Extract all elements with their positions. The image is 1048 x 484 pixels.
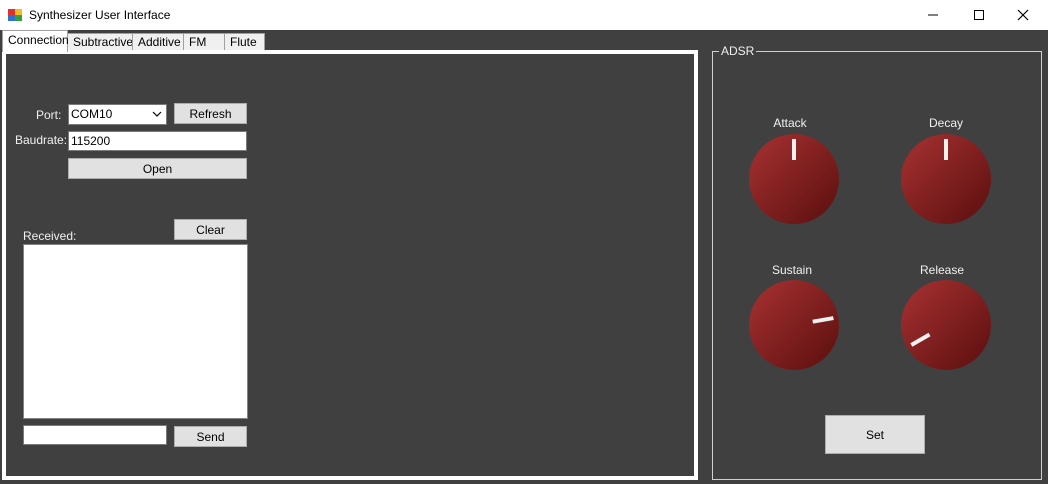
tab-fm[interactable]: FM [183, 33, 225, 51]
connection-tab-page: Port: COM10 Refresh Baudrate: Open Recei… [2, 50, 698, 480]
window-title: Synthesizer User Interface [29, 8, 171, 22]
minimize-button[interactable] [910, 0, 956, 30]
release-knob[interactable] [900, 279, 992, 371]
send-button[interactable]: Send [174, 426, 247, 447]
attack-knob[interactable] [748, 133, 840, 225]
title-bar[interactable]: Synthesizer User Interface [0, 0, 1048, 30]
port-combobox[interactable]: COM10 [68, 104, 167, 125]
adsr-title: ADSR [719, 44, 757, 58]
decay-label: Decay [928, 116, 963, 130]
tab-flute[interactable]: Flute [224, 33, 265, 51]
tab-additive[interactable]: Additive [132, 33, 184, 51]
baudrate-label: Baudrate: [15, 133, 68, 147]
close-icon [1017, 9, 1029, 21]
minimize-icon [928, 14, 938, 16]
tab-connection[interactable]: Connection [2, 30, 69, 52]
chevron-down-icon [152, 111, 162, 117]
refresh-button[interactable]: Refresh [174, 103, 247, 124]
tab-subtractive[interactable]: Subtractive [67, 33, 133, 51]
port-value: COM10 [71, 107, 113, 121]
received-textarea[interactable] [23, 244, 248, 419]
received-label: Received: [23, 229, 77, 243]
maximize-icon [974, 10, 984, 20]
port-label: Port: [36, 108, 62, 122]
baudrate-input[interactable] [68, 131, 247, 151]
maximize-button[interactable] [956, 0, 1002, 30]
open-button[interactable]: Open [68, 158, 247, 179]
knob-body [901, 280, 991, 370]
attack-label: Attack [773, 116, 807, 130]
decay-knob[interactable] [900, 133, 992, 225]
app-icon [8, 9, 22, 21]
connection-panel: Port: COM10 Refresh Baudrate: Open Recei… [6, 54, 694, 476]
tab-strip: Connection Subtractive Additive FM Flute [0, 30, 700, 52]
send-input[interactable] [23, 425, 167, 445]
set-button[interactable]: Set [825, 415, 925, 454]
sustain-knob[interactable] [748, 279, 840, 371]
sustain-label: Sustain [771, 263, 813, 277]
clear-button[interactable]: Clear [174, 219, 247, 240]
close-button[interactable] [1000, 0, 1046, 30]
knob-body [749, 280, 839, 370]
release-label: Release [919, 263, 965, 277]
